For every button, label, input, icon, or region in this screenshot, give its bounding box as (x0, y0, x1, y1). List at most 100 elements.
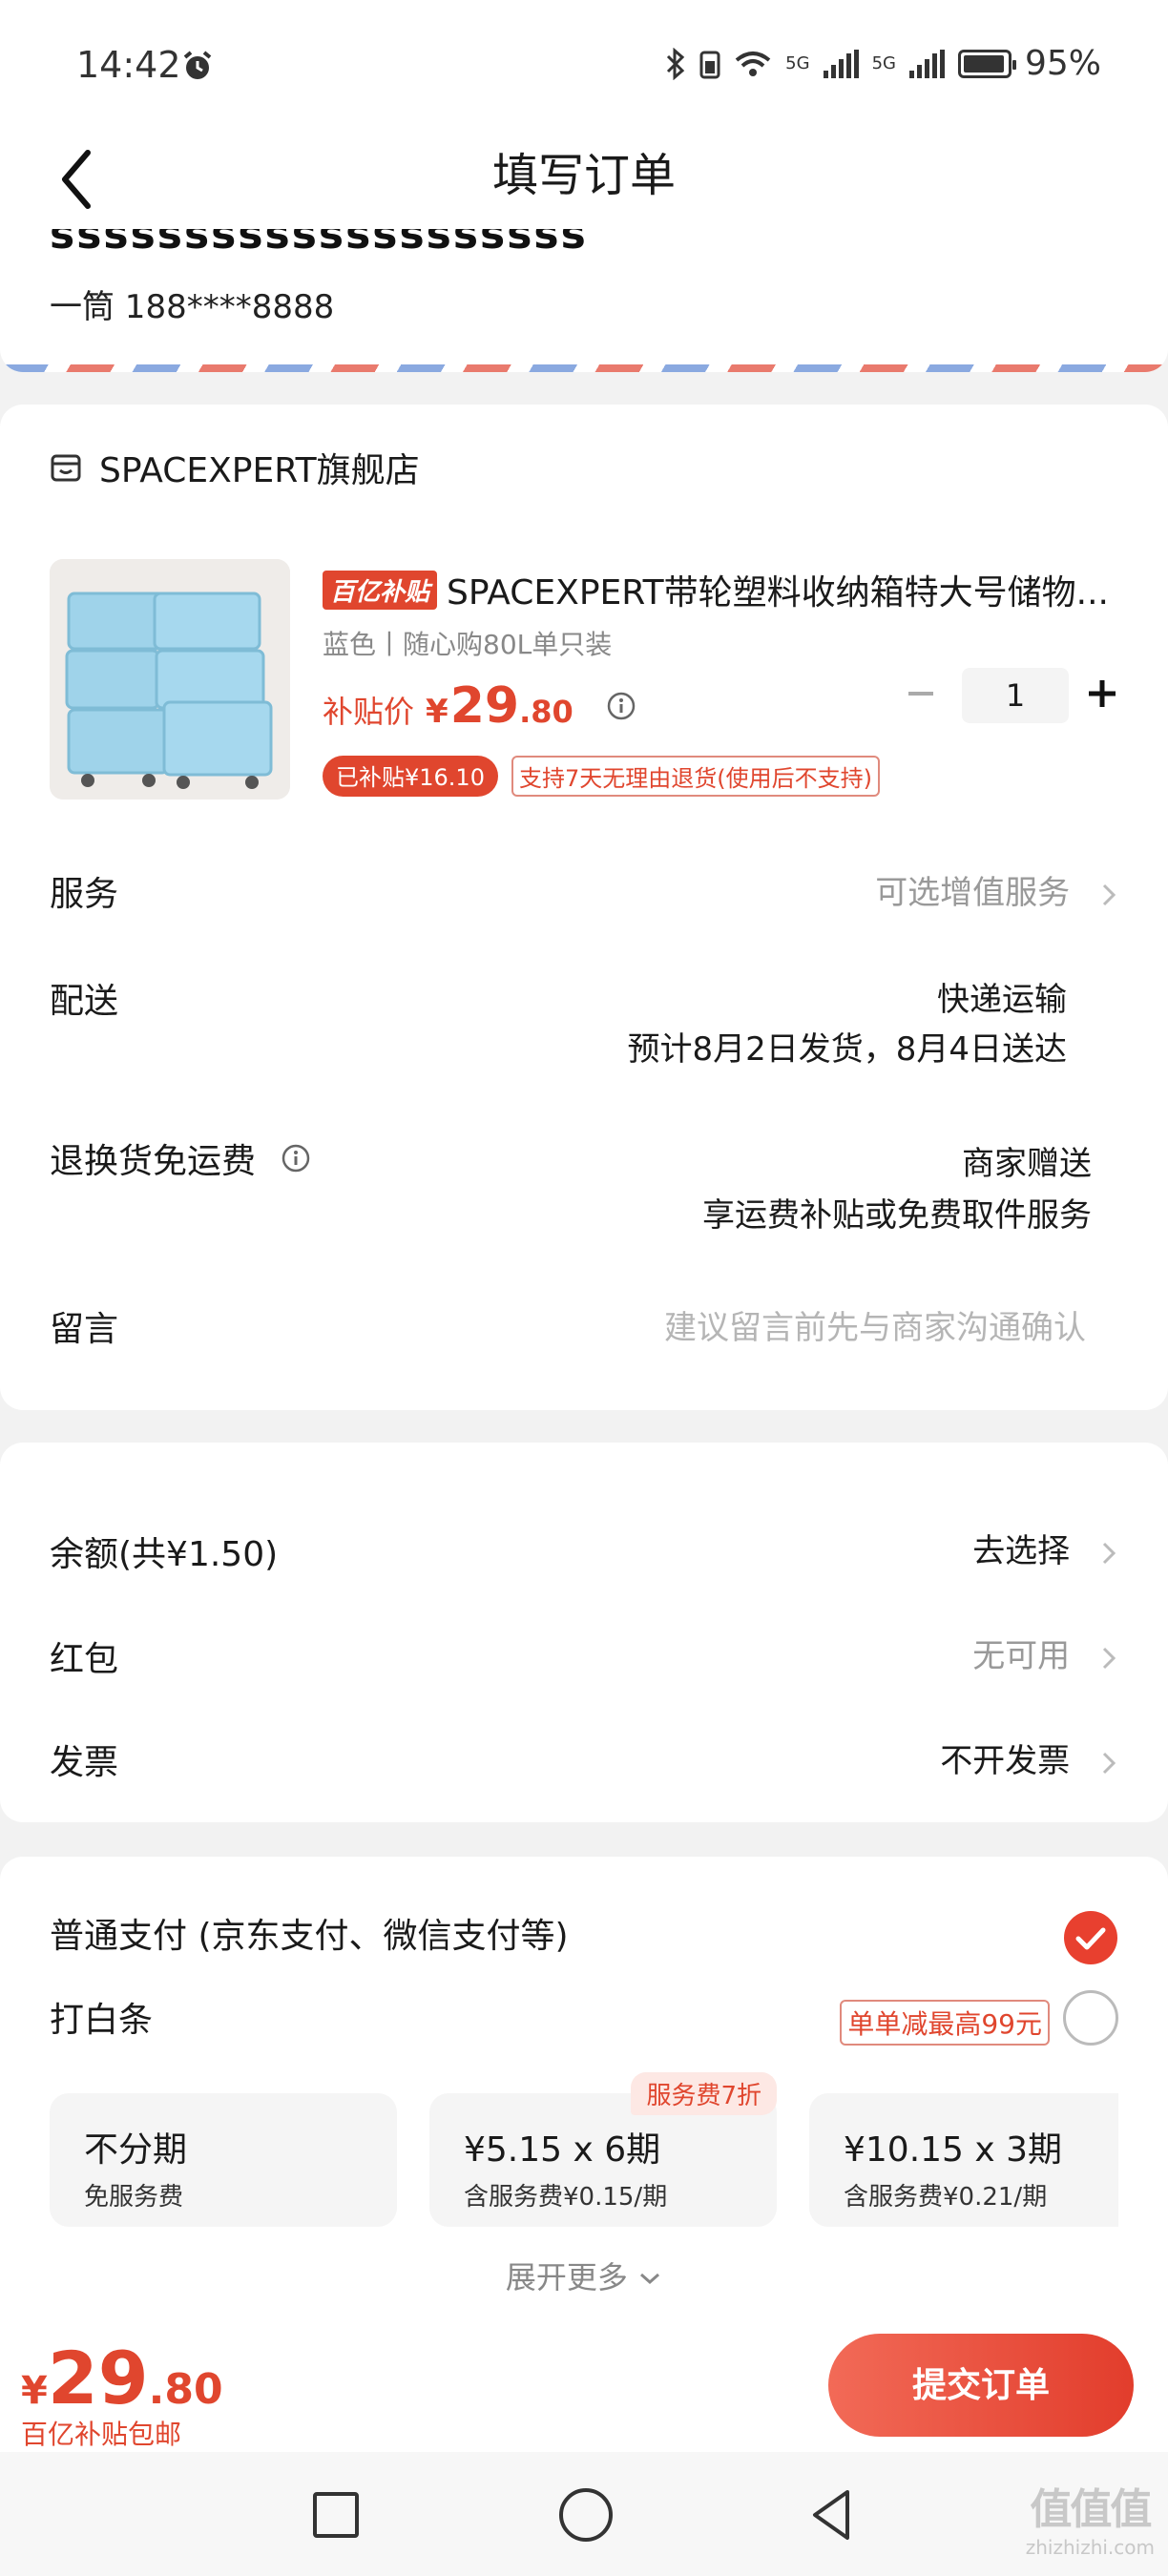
baitiao-label: 打白条 (50, 2001, 154, 2040)
wifi-icon (735, 51, 771, 76)
plan-fee: 免服务费 (84, 2183, 184, 2212)
checkout-bar: ¥ 29 .80 百亿补贴包邮 提交订单 (0, 2318, 1168, 2452)
price-label: 补贴价 (323, 694, 415, 730)
watermark-logo: 值值值 zhizhizhi.com (1026, 2475, 1155, 2559)
return-label-wrap: 退换货免运费 (50, 1133, 311, 1183)
balance-value-text: 去选择 (972, 1532, 1071, 1570)
product-spec[interactable]: 蓝色丨随心购80L单只装 (323, 624, 612, 662)
page-title: 填写订单 (491, 149, 676, 202)
normal-pay-label: 普通支付 (京东支付、微信支付等) (50, 1917, 569, 1956)
signal-icon-1 (823, 49, 859, 78)
expand-more-label: 展开更多 (505, 2259, 628, 2296)
alarm-icon (183, 51, 212, 79)
plan-discount-badge: 服务费7折 (631, 2072, 777, 2115)
network-label-1: 5G (785, 53, 810, 73)
plan-title: 不分期 (84, 2130, 188, 2170)
chevron-right-icon (1102, 1542, 1116, 1564)
redpacket-value: 无可用 (972, 1630, 1118, 1676)
plan-title: ¥5.15 x 6期 (464, 2130, 661, 2170)
product-image[interactable] (50, 559, 290, 800)
chevron-right-icon (1102, 1647, 1116, 1669)
note-input[interactable]: 建议留言前先与商家沟通确认 (664, 1301, 1086, 1348)
chevron-right-icon (1102, 1752, 1116, 1774)
storage-box-image (50, 559, 290, 800)
home-icon[interactable] (559, 2488, 613, 2542)
price-integer: 29 (449, 677, 520, 735)
invoice-value-text: 不开发票 (940, 1742, 1071, 1780)
submit-order-button[interactable]: 提交订单 (828, 2334, 1134, 2437)
status-icons: 5G 5G 95% (665, 44, 1101, 83)
delivery-method: 快递运输 (937, 981, 1067, 1019)
total-price: ¥ 29 .80 (21, 2336, 223, 2420)
plus-icon[interactable] (1078, 670, 1126, 717)
battery-icon (957, 49, 1016, 78)
expand-more-button[interactable]: 展开更多 (0, 2254, 1168, 2297)
battery-percent: 95% (1024, 44, 1101, 83)
subsidy-badge: 百亿补贴 (323, 570, 438, 610)
address-line: ssssssssssssssssssss (50, 229, 588, 259)
invoice-label: 发票 (50, 1743, 119, 1782)
bluetooth-icon (667, 47, 685, 80)
installment-plan-1[interactable]: 不分期 免服务费 (50, 2093, 397, 2227)
installment-plan-3[interactable]: ¥10.15 x 3期 含服务费¥0.21/期 (809, 2093, 1118, 2227)
minus-icon[interactable] (897, 670, 945, 717)
status-time: 14:42 (76, 44, 181, 86)
product-title-row[interactable]: 百亿补贴 SPACEXPERT带轮塑料收纳箱特大号储物... (323, 565, 1115, 614)
store-icon (51, 454, 81, 482)
baitiao-promo-tag: 单单减最高99元 (840, 2000, 1050, 2046)
chevron-right-icon (1102, 883, 1116, 905)
service-label: 服务 (50, 875, 119, 914)
price-decimal: .80 (519, 694, 574, 730)
service-value: 可选增值服务 (875, 866, 1118, 913)
radio-unselected-icon[interactable] (1063, 1990, 1118, 2046)
note-label: 留言 (50, 1310, 119, 1349)
balance-value: 去选择 (972, 1525, 1118, 1571)
total-currency: ¥ (21, 2369, 48, 2413)
shop-header[interactable]: SPACEXPERT旗舰店 (50, 443, 420, 492)
price-currency: ¥ (426, 693, 448, 731)
product-title: SPACEXPERT带轮塑料收纳箱特大号储物... (447, 573, 1109, 613)
balance-label: 余额(共¥1.50) (50, 1535, 279, 1574)
plan-fee: 含服务费¥0.21/期 (844, 2183, 1048, 2212)
delivery-label: 配送 (50, 982, 119, 1021)
return-value: 商家赠送 (962, 1145, 1092, 1183)
network-label-2: 5G (871, 53, 896, 73)
recipient-info: 一筒 188****8888 (50, 288, 335, 326)
return-info-icon[interactable] (281, 1143, 311, 1174)
nav-back-icon[interactable] (807, 2486, 855, 2544)
shop-name: SPACEXPERT旗舰店 (99, 451, 420, 490)
total-decimal: .80 (148, 2365, 223, 2414)
redpacket-value-text: 无可用 (972, 1637, 1071, 1675)
return-policy-tag: 支持7天无理由退货(使用后不支持) (511, 756, 880, 797)
shipping-note: 百亿补贴包邮 (21, 2419, 182, 2450)
payment-card: 普通支付 (京东支付、微信支付等) 打白条 单单减最高99元 不分期 免服务费 … (0, 1857, 1168, 2324)
status-bar: 14:42 5G 5G 95% (0, 0, 1168, 134)
envelope-stripe (0, 364, 1168, 372)
address-card[interactable]: ssssssssssssssssssss 一筒 188****8888 (0, 229, 1168, 372)
chevron-down-icon (640, 2273, 660, 2285)
signal-icon-2 (908, 49, 945, 78)
delivery-estimate: 预计8月2日发货，8月4日送达 (627, 1030, 1067, 1069)
navbar: 填写订单 (0, 134, 1168, 229)
product-tags: 已补贴¥16.10 支持7天无理由退货(使用后不支持) (323, 756, 880, 797)
service-value-text: 可选增值服务 (875, 874, 1071, 912)
plan-fee: 含服务费¥0.15/期 (464, 2183, 668, 2212)
quantity-field[interactable]: 1 (962, 668, 1069, 723)
system-nav-bar: 值值值 zhizhizhi.com (0, 2452, 1168, 2576)
phone-battery-icon (699, 51, 720, 78)
discount-card: 余额(共¥1.50) 去选择 红包 无可用 发票 不开发票 (0, 1443, 1168, 1822)
checkmark-selected-icon[interactable] (1063, 1910, 1118, 1965)
price-row: 补贴价 ¥29.80 (323, 677, 636, 735)
invoice-value: 不开发票 (940, 1735, 1118, 1781)
price-info-icon[interactable] (606, 691, 636, 721)
shop-card: SPACEXPERT旗舰店 百亿补贴 SPACEXPERT带轮塑料收纳箱特大号储… (0, 405, 1168, 1410)
watermark-url: zhizhizhi.com (1025, 2536, 1155, 2559)
redpacket-label: 红包 (50, 1640, 119, 1679)
plan-title: ¥10.15 x 3期 (844, 2130, 1063, 2170)
installment-plan-2[interactable]: 服务费7折 ¥5.15 x 6期 含服务费¥0.15/期 (429, 2072, 777, 2227)
recents-icon[interactable] (313, 2492, 359, 2538)
watermark-text: 值值值 (1030, 2485, 1152, 2534)
return-benefit: 享运费补贴或免费取件服务 (702, 1196, 1092, 1235)
subsidy-amount-tag: 已补贴¥16.10 (323, 756, 498, 797)
total-integer: 29 (47, 2336, 149, 2420)
